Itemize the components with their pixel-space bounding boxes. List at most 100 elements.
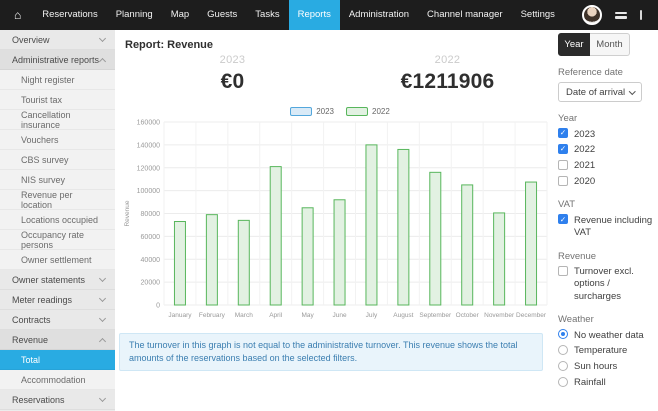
nav-item-tasks[interactable]: Tasks: [246, 0, 288, 30]
nav-item-reservations[interactable]: Reservations: [33, 0, 106, 30]
sidebar-item-reservations[interactable]: Reservations: [0, 390, 115, 410]
reference-date-label: Reference date: [558, 67, 655, 78]
svg-text:October: October: [456, 312, 480, 319]
legend-item-2023[interactable]: 2023: [290, 107, 334, 116]
radio-icon[interactable]: [558, 361, 568, 371]
svg-text:80000: 80000: [141, 211, 161, 218]
nav-item-administration[interactable]: Administration: [340, 0, 418, 30]
reference-date-value: Date of arrival: [566, 87, 625, 98]
bar-2022-march: [238, 220, 249, 305]
checkbox-label: 2020: [574, 176, 595, 188]
reference-date-select[interactable]: Date of arrival: [558, 82, 642, 102]
vat-checkbox-revenue-including-vat[interactable]: ✓Revenue including VAT: [558, 214, 655, 239]
radio-icon[interactable]: [558, 377, 568, 387]
sidebar-item-label: Contracts: [12, 315, 51, 325]
svg-text:20000: 20000: [141, 280, 161, 287]
sidebar-item-label: Overview: [12, 35, 50, 45]
summary-amount: €0: [125, 70, 340, 94]
vat-checkbox-group: ✓Revenue including VAT: [558, 214, 655, 239]
weather-radio-sun-hours[interactable]: Sun hours: [558, 361, 655, 374]
svg-text:Revenue: Revenue: [124, 200, 131, 226]
checkbox-label: 2021: [574, 160, 595, 172]
sidebar-item-total[interactable]: Total: [0, 350, 115, 370]
checkbox-checked-icon[interactable]: ✓: [558, 128, 568, 138]
bar-2022-november: [494, 213, 505, 305]
svg-text:May: May: [301, 312, 314, 319]
sidebar-item-night-register[interactable]: Night register: [0, 70, 115, 90]
menu-icon[interactable]: [615, 12, 627, 19]
legend-label: 2023: [316, 107, 334, 116]
checkbox-icon[interactable]: [558, 266, 568, 276]
sidebar-item-nis-survey[interactable]: NIS survey: [0, 170, 115, 190]
sidebar-item-administrative-reports[interactable]: Administrative reports: [0, 50, 115, 70]
year-checkbox-2020[interactable]: 2020: [558, 176, 655, 189]
nav-item-map[interactable]: Map: [162, 0, 198, 30]
chevron-down-icon: [99, 34, 106, 41]
weather-radio-temperature[interactable]: Temperature: [558, 345, 655, 358]
checkbox-checked-icon[interactable]: ✓: [558, 144, 568, 154]
nav-item-reports[interactable]: Reports: [289, 0, 340, 30]
nav-item-guests[interactable]: Guests: [198, 0, 246, 30]
sidebar-item-contracts[interactable]: Contracts: [0, 310, 115, 330]
sidebar-item-label: Occupancy rate persons: [21, 230, 105, 250]
sidebar: Overview Administrative reports Night regi…: [0, 30, 115, 411]
toggle-year-button[interactable]: Year: [558, 33, 590, 56]
radio-label: Sun hours: [574, 361, 617, 373]
svg-text:June: June: [332, 312, 346, 319]
summary-row: 2023 €0 2022 €1211906: [125, 54, 555, 94]
legend-swatch: [290, 107, 312, 116]
year-checkbox-2021[interactable]: 2021: [558, 160, 655, 173]
bar-2022-december: [526, 182, 537, 305]
weather-radio-group: No weather data Temperature Sun hours Rainf…: [558, 329, 655, 389]
svg-text:September: September: [419, 312, 452, 319]
toggle-month-button[interactable]: Month: [590, 33, 630, 56]
sidebar-item-overview[interactable]: Overview: [0, 30, 115, 50]
revenue-checkbox-turnover-excl-options-surcharges[interactable]: Turnover excl. options / surcharges: [558, 266, 655, 304]
sidebar-item-vouchers[interactable]: Vouchers: [0, 130, 115, 150]
sidebar-item-occupancy-rate-persons[interactable]: Occupancy rate persons: [0, 230, 115, 250]
checkbox-icon[interactable]: [558, 176, 568, 186]
sidebar-item-label: Owner statements: [12, 275, 85, 285]
sidebar-item-revenue-per-location[interactable]: Revenue per location: [0, 190, 115, 210]
checkbox-checked-icon[interactable]: ✓: [558, 214, 568, 224]
sidebar-item-label: CBS survey: [21, 155, 69, 165]
vat-section-label: VAT: [558, 199, 655, 210]
chevron-down-icon: [99, 394, 106, 401]
nav-item-settings[interactable]: Settings: [512, 0, 564, 30]
checkbox-label: 2022: [574, 144, 595, 156]
chevron-down-icon: [99, 314, 106, 321]
sidebar-item-label: Vouchers: [21, 135, 59, 145]
sidebar-item-owner-statements[interactable]: Owner statements: [0, 270, 115, 290]
home-icon[interactable]: ⌂: [0, 0, 33, 30]
kebab-icon[interactable]: [640, 10, 642, 20]
user-avatar[interactable]: [582, 5, 602, 25]
radio-icon[interactable]: [558, 345, 568, 355]
summary-year-label: 2023: [125, 54, 340, 66]
sidebar-item-meter-readings[interactable]: Meter readings: [0, 290, 115, 310]
legend-item-2022[interactable]: 2022: [346, 107, 390, 116]
sidebar-item-locations-occupied[interactable]: Locations occupied: [0, 210, 115, 230]
sidebar-item-accommodation[interactable]: Accommodation: [0, 370, 115, 390]
sidebar-item-owner-settlement[interactable]: Owner settlement: [0, 250, 115, 270]
sidebar-item-cancellation-insurance[interactable]: Cancellation insurance: [0, 110, 115, 130]
radio-label: No weather data: [574, 330, 644, 342]
checkbox-icon[interactable]: [558, 160, 568, 170]
year-checkbox-2022[interactable]: ✓ 2022: [558, 144, 655, 157]
nav-item-planning[interactable]: Planning: [107, 0, 162, 30]
weather-radio-no-weather-data[interactable]: No weather data: [558, 329, 655, 342]
sidebar-item-tourist-tax[interactable]: Tourist tax: [0, 90, 115, 110]
revenue-checkbox-group: Turnover excl. options / surcharges: [558, 266, 655, 304]
chevron-down-icon: [99, 294, 106, 301]
bar-2022-april: [270, 167, 281, 305]
revenue-section-label: Revenue: [558, 251, 655, 262]
weather-radio-rainfall[interactable]: Rainfall: [558, 377, 655, 390]
year-checkbox-2023[interactable]: ✓2023: [558, 128, 655, 141]
sidebar-item-cbs-survey[interactable]: CBS survey: [0, 150, 115, 170]
radio-selected-icon[interactable]: [558, 329, 568, 339]
sidebar-item-label: Reservations: [12, 395, 65, 405]
nav-item-channel-manager[interactable]: Channel manager: [418, 0, 512, 30]
sidebar-item-label: Revenue per location: [21, 190, 105, 210]
period-toggle: Year Month: [558, 33, 655, 56]
sidebar-item-label: Night register: [21, 75, 75, 85]
sidebar-item-revenue[interactable]: Revenue: [0, 330, 115, 350]
